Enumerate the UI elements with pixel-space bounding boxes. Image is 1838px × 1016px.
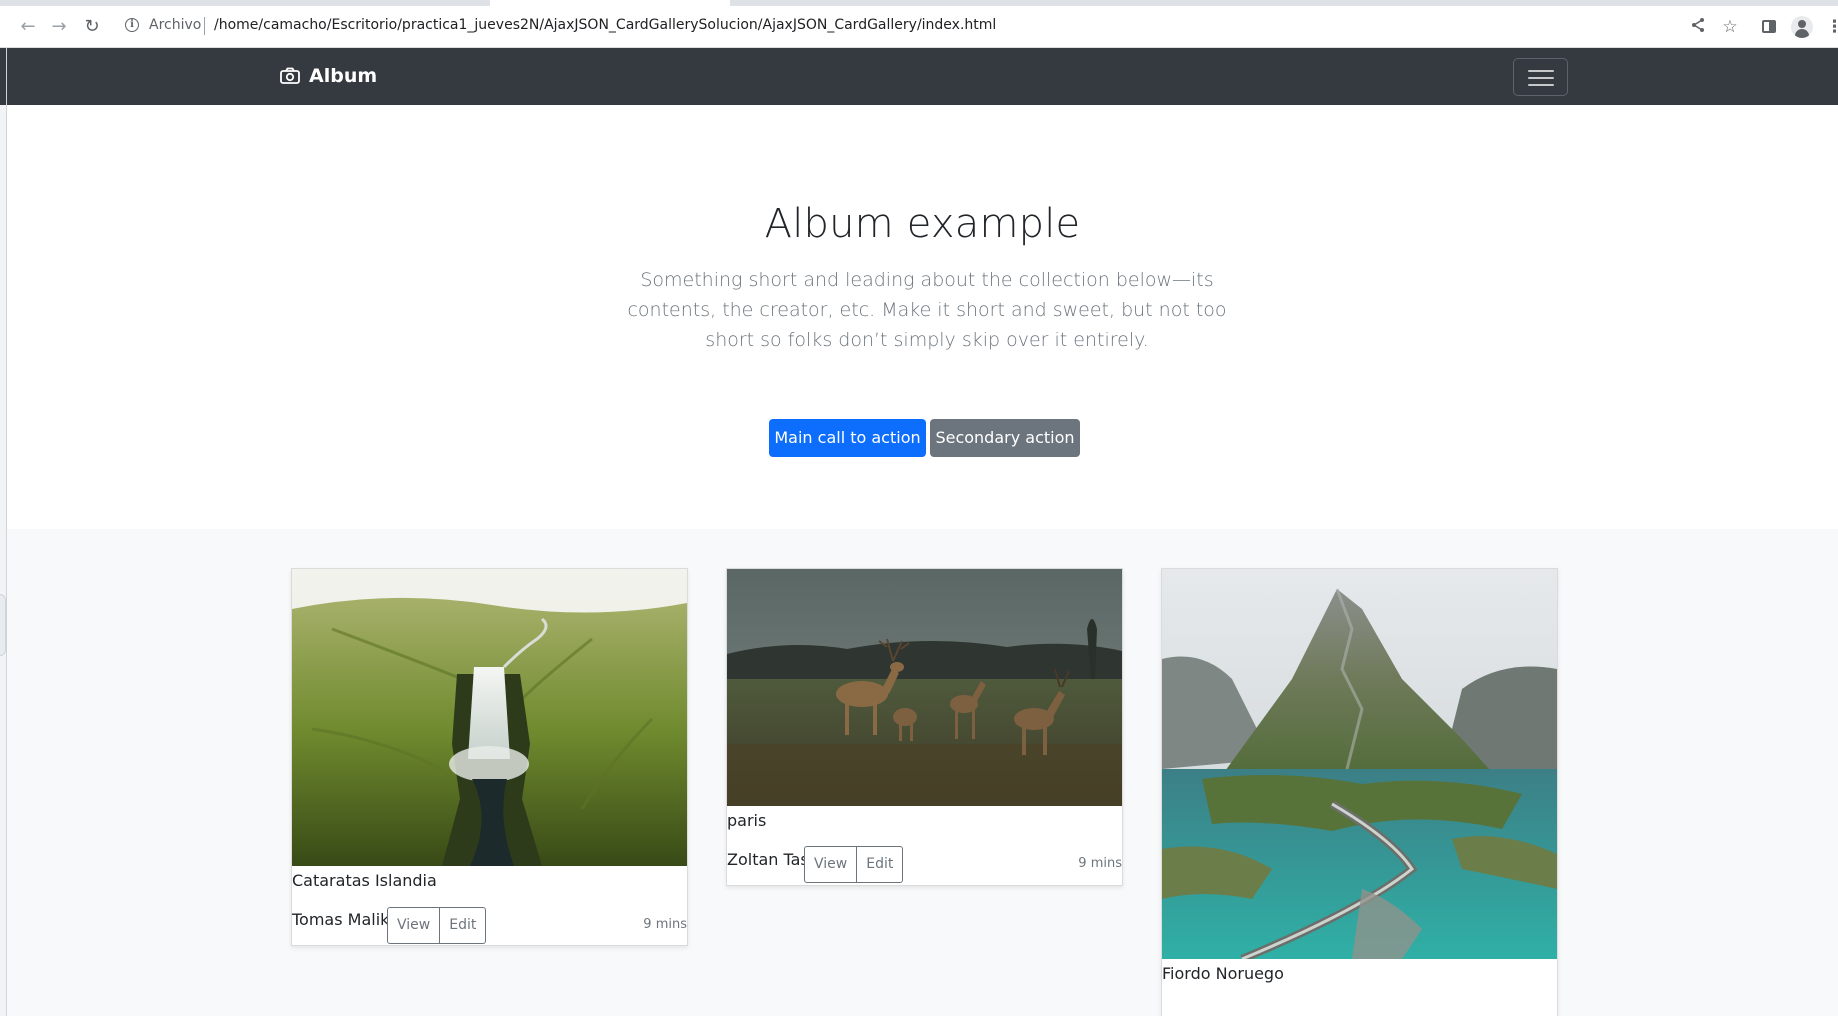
back-arrow-icon[interactable]: ←	[16, 15, 40, 39]
hamburger-icon	[1528, 70, 1554, 86]
background-window-edge	[0, 48, 7, 1016]
info-icon[interactable]: i	[125, 18, 139, 32]
album-section: Cataratas Islandia Tomas Malik View Edit…	[7, 529, 1838, 1016]
card-time: 9 mins	[1078, 856, 1122, 871]
secondary-action-button[interactable]: Secondary action	[930, 419, 1080, 457]
card-button-group: View Edit	[387, 907, 487, 944]
profile-avatar-icon[interactable]	[1791, 16, 1813, 38]
camera-icon	[280, 67, 300, 84]
navbar-brand[interactable]: Album	[280, 64, 377, 88]
reload-icon[interactable]: ↻	[80, 15, 104, 39]
security-label[interactable]: Archivo	[149, 17, 201, 33]
hero-title: Album example	[764, 201, 1081, 247]
page-viewport: Album Album example Something short and …	[7, 48, 1838, 1016]
brand-label: Album	[309, 65, 378, 87]
edit-button[interactable]: Edit	[856, 846, 904, 883]
navbar: Album	[7, 48, 1838, 105]
navbar-toggler-button[interactable]	[1513, 58, 1568, 96]
hero-lead-text: Something short and leading about the co…	[627, 269, 1227, 351]
card-author: Zoltan Tasi	[727, 850, 805, 869]
card-time: 9 mins	[643, 917, 687, 932]
background-window-navbar-edge	[0, 48, 6, 105]
edit-button[interactable]: Edit	[439, 907, 487, 944]
deer-photo	[727, 569, 1122, 806]
background-window-handle	[0, 594, 6, 656]
card-paris: paris Zoltan Tasi View Edit 9 mins	[726, 568, 1123, 886]
card-author: Tomas Malik	[292, 910, 388, 929]
share-icon[interactable]	[1688, 17, 1708, 37]
card-fiordo: Fiordo Noruego	[1161, 568, 1558, 1016]
card-title: paris	[727, 811, 767, 830]
card-cataratas: Cataratas Islandia Tomas Malik View Edit…	[291, 568, 688, 946]
card-title: Fiordo Noruego	[1162, 964, 1284, 983]
kebab-menu-icon[interactable]: ⋮	[1826, 17, 1838, 37]
view-button[interactable]: View	[804, 846, 858, 883]
forward-arrow-icon[interactable]: →	[47, 15, 71, 39]
url-separator	[204, 17, 205, 35]
main-call-to-action-button[interactable]: Main call to action	[769, 419, 926, 457]
bookmark-star-icon[interactable]: ☆	[1720, 17, 1740, 37]
side-panel-icon[interactable]	[1760, 17, 1780, 37]
waterfall-photo	[292, 569, 687, 866]
hero-section: Album example Something short and leadin…	[7, 105, 1838, 529]
address-bar-url[interactable]: /home/camacho/Escritorio/practica1_jueve…	[214, 17, 996, 33]
card-title: Cataratas Islandia	[292, 871, 437, 890]
browser-toolbar: ← → ↻ i Archivo /home/camacho/Escritorio…	[0, 6, 1838, 48]
card-button-group: View Edit	[804, 846, 904, 883]
mountain-fjord-photo	[1162, 569, 1557, 959]
view-button[interactable]: View	[387, 907, 441, 944]
